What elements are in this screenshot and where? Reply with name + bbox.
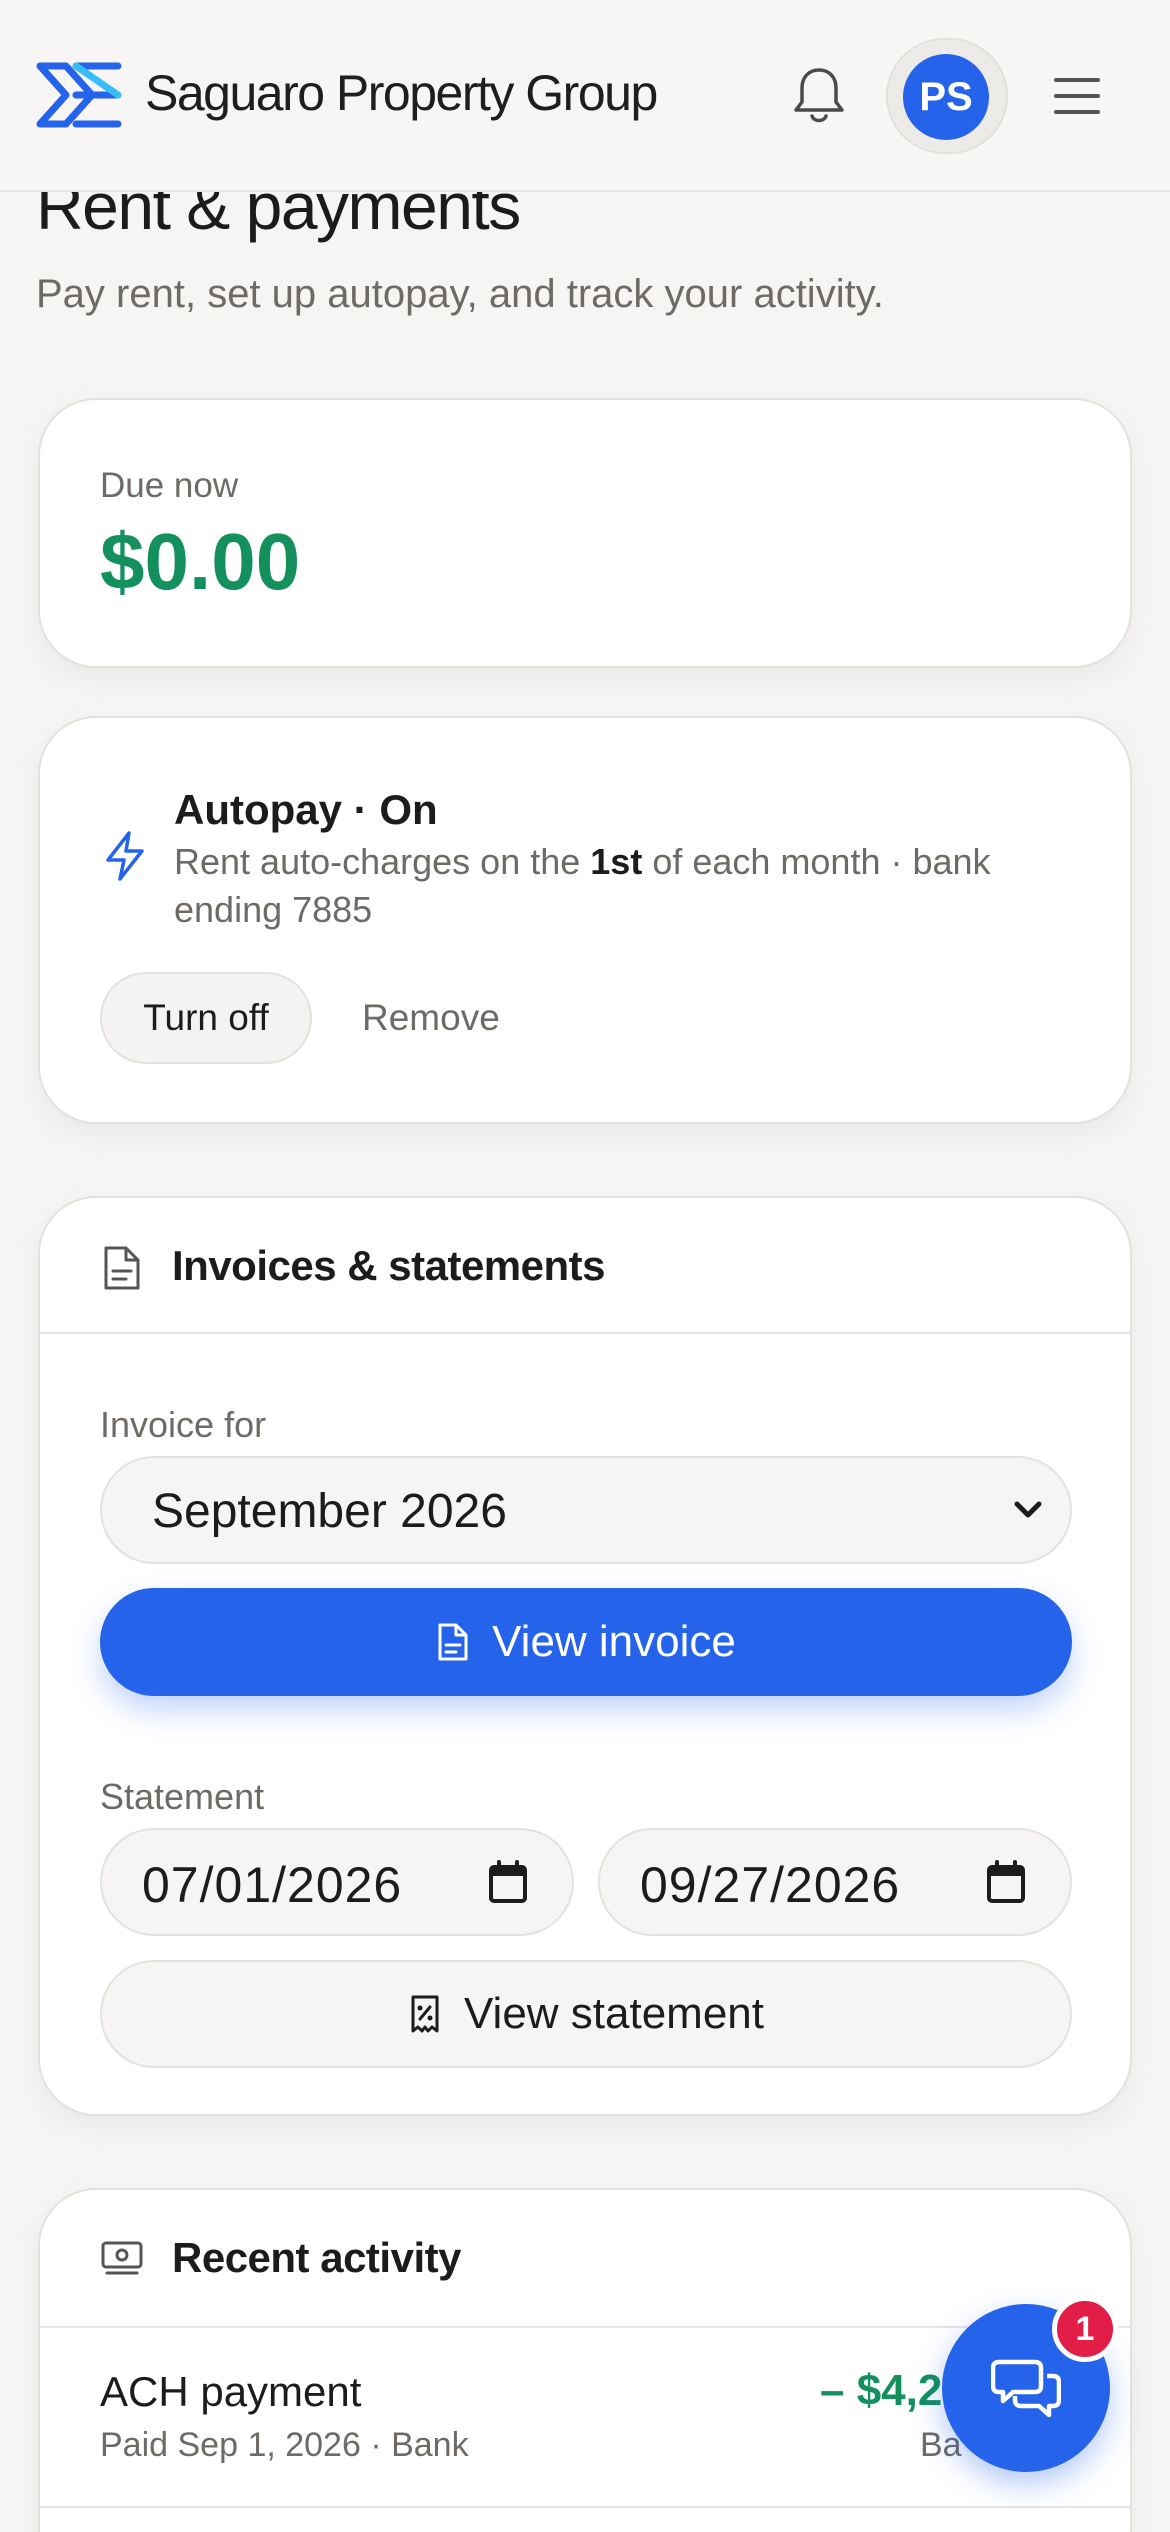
start-date-value: 07/01/2026 [142, 1857, 403, 1913]
view-invoice-label: View invoice [492, 1617, 736, 1666]
cash-icon [101, 2241, 143, 2275]
due-amount: $0.00 [100, 517, 301, 606]
invoices-card: Invoices & statements Invoice for Septem… [38, 1196, 1132, 2116]
autopay-card: Autopay · On Rent auto-charges on the 1s… [38, 716, 1132, 1124]
calendar-icon[interactable] [986, 1860, 1026, 1904]
avatar[interactable]: PS [903, 54, 989, 140]
receipt-icon [411, 1995, 439, 2033]
activity-row-subtitle: Paid Sep 1, 2026 · Bank [100, 2426, 469, 2464]
invoices-header: Invoices & statements [40, 1198, 1130, 1334]
invoice-for-label: Invoice for [100, 1404, 267, 1445]
page-subtitle: Pay rent, set up autopay, and track your… [36, 272, 884, 316]
due-now-card: Due now $0.00 [38, 398, 1132, 668]
turn-off-button[interactable]: Turn off [100, 972, 312, 1064]
activity-row-title: ACH payment [100, 2368, 362, 2415]
activity-header: Recent activity [40, 2190, 1130, 2328]
logo-mark[interactable] [36, 58, 122, 132]
document-icon [104, 1246, 140, 1290]
brand-name[interactable]: Saguaro Property Group [145, 64, 658, 122]
view-invoice-button[interactable]: View invoice [100, 1588, 1072, 1696]
selected-month: September 2026 [152, 1485, 507, 1538]
notification-badge: 1 [1052, 2296, 1118, 2362]
activity-title: Recent activity [172, 2234, 461, 2281]
autopay-title: Autopay · On [174, 786, 438, 833]
end-date-value: 09/27/2026 [640, 1857, 901, 1913]
view-statement-button[interactable]: View statement [100, 1960, 1072, 2068]
view-statement-label: View statement [463, 1989, 764, 2038]
top-header: Saguaro Property Group PS [0, 0, 1170, 192]
statement-end-date[interactable]: 09/27/2026 [598, 1828, 1072, 1936]
autopay-description: Rent auto-charges on the 1st of each mon… [174, 841, 991, 930]
document-icon [438, 1623, 468, 1661]
remove-button[interactable]: Remove [362, 972, 500, 1064]
bell-icon[interactable] [790, 64, 848, 126]
row-divider [40, 2506, 1130, 2508]
invoices-title: Invoices & statements [172, 1242, 606, 1289]
activity-row-amount: – $4,2 [820, 2366, 943, 2415]
lightning-icon [106, 831, 144, 881]
chat-icon [991, 2359, 1061, 2418]
calendar-icon[interactable] [488, 1860, 528, 1904]
statement-start-date[interactable]: 07/01/2026 [100, 1828, 574, 1936]
due-label: Due now [100, 466, 239, 505]
statement-label: Statement [100, 1776, 265, 1817]
menu-icon[interactable] [1054, 78, 1100, 114]
chevron-down-icon [1014, 1501, 1042, 1518]
invoice-month-select[interactable]: September 2026 [100, 1456, 1072, 1564]
